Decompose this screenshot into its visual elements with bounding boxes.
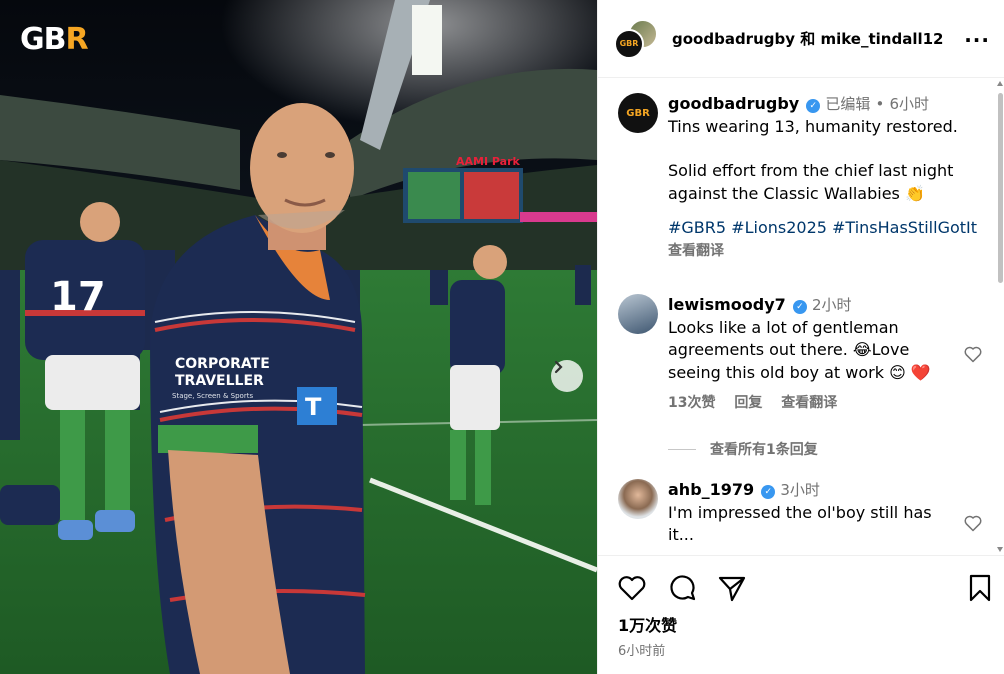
more-options-icon[interactable]: ··· <box>964 28 990 52</box>
comment-translate-link[interactable]: 查看翻译 <box>781 395 837 411</box>
comment-text-line: it... <box>668 525 694 544</box>
collab-avatars[interactable]: GBR <box>614 17 658 61</box>
post-photo[interactable]: AAMI Park 17 2 <box>0 0 597 674</box>
comment-time[interactable]: 2小时 <box>812 296 852 314</box>
comment-text-line: Looks like a lot of gentleman <box>668 317 899 337</box>
scroll-up-arrow-icon[interactable] <box>997 81 1003 86</box>
verified-badge-icon: ✓ <box>761 485 776 499</box>
post-header: GBR goodbadrugby 和 mike_tindall12 ··· <box>598 0 1004 78</box>
next-photo-button[interactable] <box>551 360 583 392</box>
caption-translate-link[interactable]: 查看翻译 <box>668 240 978 263</box>
caption-username[interactable]: goodbadrugby <box>668 94 799 113</box>
heart-icon[interactable] <box>963 344 983 364</box>
gbr-logo-text: GB <box>20 22 66 57</box>
caption-avatar[interactable]: GBR <box>618 93 658 133</box>
likes-count[interactable]: 1万次赞 <box>618 612 677 636</box>
comment-text-line: agreements out there. 😂Love <box>668 340 910 359</box>
commenter-avatar[interactable] <box>618 294 658 334</box>
comment-username[interactable]: lewismoody7 <box>668 295 786 314</box>
posted-time[interactable]: 6小时前 <box>618 640 665 659</box>
comment-actions: 13次赞 回复 查看翻译 <box>668 392 978 415</box>
comments-list[interactable]: GBR goodbadrugby ✓ 已编辑 • 6小时 Tins wearin… <box>598 79 998 554</box>
caption-line2: Solid effort from the chief last night <box>668 161 954 180</box>
view-replies-label[interactable]: 查看所有1条回复 <box>710 439 818 459</box>
comment-reply-button[interactable]: 回复 <box>734 395 762 411</box>
gbr-logo-accent: R <box>65 22 89 57</box>
jersey-sponsor-sub: Stage, Screen & Sports <box>172 392 253 400</box>
jersey-sponsor-line2: TRAVELLER <box>175 373 264 389</box>
comment-username[interactable]: ahb_1979 <box>668 480 754 499</box>
hashtag-tinshasstillgotit[interactable]: #TinsHasStillGotIt <box>832 218 977 237</box>
post-side-panel: GBR goodbadrugby 和 mike_tindall12 ··· GB… <box>597 0 1004 674</box>
caption-separator: • <box>875 95 885 113</box>
rugby-photo-illustration: AAMI Park 17 2 <box>0 0 597 674</box>
hashtag-lions2025[interactable]: #Lions2025 <box>731 218 827 237</box>
bookmark-icon[interactable] <box>964 572 996 604</box>
comment-icon[interactable] <box>666 572 698 604</box>
send-icon[interactable] <box>716 572 748 604</box>
comments-scrollbar[interactable] <box>997 79 1004 554</box>
caption-time[interactable]: 6小时 <box>889 95 929 113</box>
comment-time[interactable]: 3小时 <box>780 481 820 499</box>
post-actions-bar: 1万次赞 6小时前 <box>598 555 1004 674</box>
chevron-right-icon <box>554 360 563 374</box>
comment-likes[interactable]: 13次赞 <box>668 395 715 411</box>
jersey-sponsor-line1: CORPORATE <box>175 356 270 372</box>
gbr-logo: GBR <box>20 22 89 57</box>
comment-text-line: seeing this old boy at work 😊 ❤️ <box>668 362 931 382</box>
caption-line3: against the Classic Wallabies 👏 <box>668 183 925 203</box>
jersey-number-17: 17 <box>50 274 106 320</box>
scrollbar-thumb[interactable] <box>998 93 1003 283</box>
replies-divider <box>668 448 696 450</box>
heart-icon[interactable] <box>963 513 983 533</box>
verified-badge-icon: ✓ <box>806 99 821 113</box>
stadium-sign: AAMI Park <box>456 155 521 168</box>
caption-edited: 已编辑 <box>825 95 871 113</box>
caption-line1: Tins wearing 13, humanity restored. <box>668 116 958 136</box>
comment-text-line: I'm impressed the ol'boy still has <box>668 502 932 522</box>
svg-text:T: T <box>305 393 322 421</box>
heart-icon[interactable] <box>616 572 648 604</box>
scroll-down-arrow-icon[interactable] <box>997 547 1003 552</box>
view-replies-link[interactable]: 查看所有1条回复 <box>668 439 818 459</box>
hashtag-gbr5[interactable]: #GBR5 <box>668 218 726 237</box>
post-header-title[interactable]: goodbadrugby 和 mike_tindall12 <box>672 28 943 49</box>
commenter-avatar[interactable] <box>618 479 658 519</box>
verified-badge-icon: ✓ <box>792 300 807 314</box>
avatar-goodbadrugby[interactable]: GBR <box>614 28 644 59</box>
